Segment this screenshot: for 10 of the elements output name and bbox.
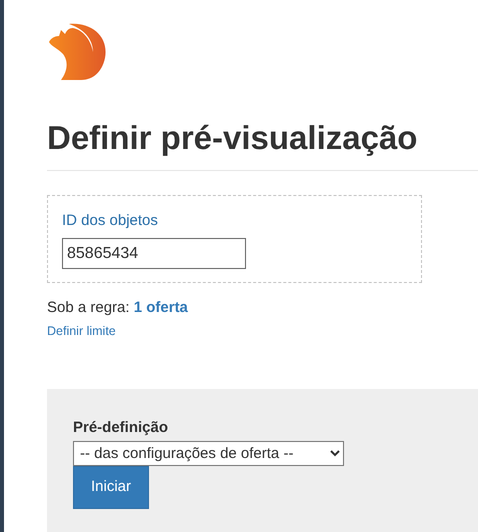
preset-dropdown[interactable]: -- das configurações de oferta -- bbox=[73, 440, 344, 466]
set-limit-link[interactable]: Definir limite bbox=[47, 322, 116, 340]
offer-count-link[interactable]: 1 oferta bbox=[134, 299, 188, 316]
field-label: ID dos objetos bbox=[62, 210, 159, 231]
objects-id-field[interactable]: 85865434 bbox=[62, 238, 246, 270]
start-button[interactable]: Iniciar bbox=[73, 466, 149, 509]
page-title: Definir pré-visualização bbox=[47, 118, 418, 158]
rule-label: Sob a regra: bbox=[47, 299, 131, 316]
logo-icon bbox=[47, 22, 107, 82]
preset-label: Pré-definição bbox=[73, 418, 170, 438]
